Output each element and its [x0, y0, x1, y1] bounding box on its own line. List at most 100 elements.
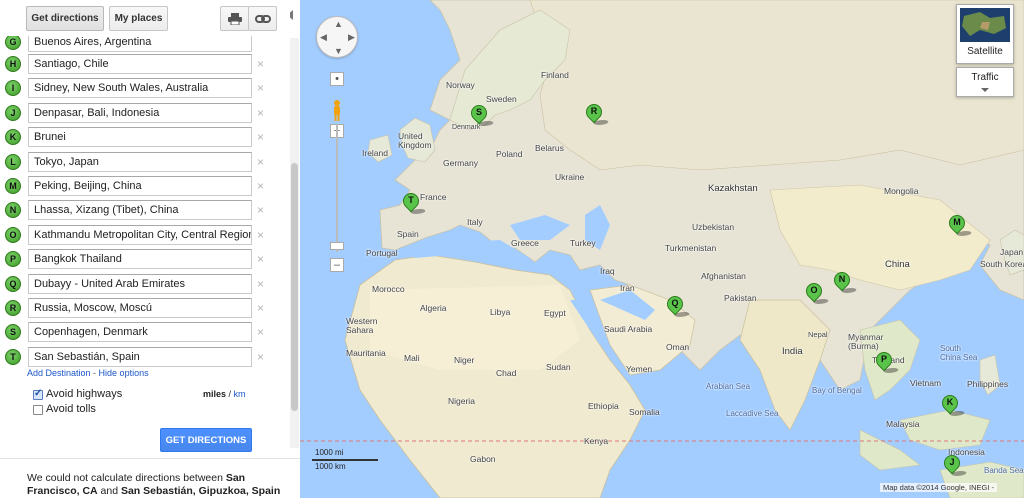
map-label: Sudan [546, 362, 571, 372]
map-label: Iran [620, 283, 635, 293]
remove-waypoint-icon[interactable]: × [257, 106, 264, 120]
waypoint-input[interactable]: Dubayy - United Arab Emirates [28, 273, 252, 294]
map-label: Ukraine [555, 172, 585, 182]
scrollbar-thumb[interactable] [291, 163, 298, 411]
waypoint-input[interactable]: Peking, Beijing, China [28, 176, 252, 196]
pan-left-icon[interactable]: ◀ [320, 32, 327, 43]
traffic-toggle[interactable]: Traffic [956, 67, 1014, 97]
pan-right-icon[interactable]: ▶ [348, 32, 355, 43]
get-directions-tab[interactable]: Get directions [26, 6, 104, 31]
waypoint-marker-icon: Q [5, 275, 21, 292]
map-label: Yemen [626, 364, 653, 374]
map-pin-marker[interactable]: K [938, 391, 967, 421]
map-pin-marker[interactable]: P [872, 348, 901, 378]
map-pin-marker[interactable]: N [830, 268, 859, 298]
map-label: Sweden [486, 94, 517, 104]
map-pin-marker[interactable]: S [467, 101, 496, 131]
hide-options-link[interactable]: Hide options [99, 368, 149, 378]
zoom-out-button[interactable]: – [330, 258, 344, 272]
waypoint-input[interactable]: Copenhagen, Denmark [28, 322, 252, 343]
waypoint-input[interactable]: Santiago, Chile [28, 54, 252, 74]
map-label: Mauritania [346, 348, 386, 358]
units-miles[interactable]: miles [203, 389, 226, 399]
units-km-link[interactable]: km [234, 389, 246, 399]
remove-waypoint-icon[interactable]: × [257, 301, 264, 315]
map-label: Nigeria [448, 396, 475, 406]
map-label: Ireland [362, 148, 388, 158]
waypoint-input[interactable]: Tokyo, Japan [28, 151, 252, 172]
map-label: Poland [496, 149, 523, 159]
map-label: Bay of Bengal [812, 386, 862, 395]
waypoint-input[interactable]: Denpasar, Bali, Indonesia [28, 102, 252, 123]
map-label: Vietnam [910, 378, 942, 388]
map-view[interactable]: Finland Norway Sweden Denmark United Kin… [300, 0, 1024, 498]
panel-scrollbar[interactable] [290, 38, 299, 448]
remove-waypoint-icon[interactable]: × [257, 179, 264, 193]
waypoint-input[interactable]: San Sebastián, Spain [28, 346, 252, 367]
reset-view-icon[interactable]: • [330, 72, 344, 86]
avoid-tolls-checkbox[interactable] [33, 405, 43, 415]
map-pin-marker[interactable]: O [802, 279, 831, 309]
map-pin-marker[interactable]: M [945, 211, 974, 241]
waypoint-input[interactable]: Kathmandu Metropolitan City, Central Reg… [28, 224, 252, 245]
message-to: San Sebastián, Gipuzkoa, Spain [120, 485, 281, 497]
avoid-highways-checkbox[interactable] [33, 388, 43, 400]
map-label: Uzbekistan [692, 222, 735, 232]
remove-waypoint-icon[interactable]: × [257, 350, 264, 364]
zoom-slider-handle[interactable] [330, 242, 344, 250]
remove-waypoint-icon[interactable]: × [257, 203, 264, 217]
waypoint-marker-icon: L [5, 153, 21, 170]
map-pin-marker[interactable]: T [399, 189, 428, 219]
waypoint-row: S Copenhagen, Denmark × [0, 320, 290, 344]
satellite-toggle[interactable]: Satellite [956, 4, 1014, 64]
printer-icon [227, 12, 242, 25]
map-pin-marker[interactable]: Q [663, 292, 692, 322]
waypoint-marker-icon: P [5, 251, 21, 268]
map-pin-marker[interactable]: J [940, 451, 969, 481]
map-label: Mongolia [884, 186, 919, 196]
map-label: Turkey [570, 238, 596, 248]
waypoint-input[interactable]: Bangkok Thailand [28, 249, 252, 270]
link-button[interactable] [248, 6, 277, 31]
waypoint-input[interactable]: Sidney, New South Wales, Australia [28, 78, 252, 99]
waypoint-input[interactable]: Lhassa, Xizang (Tibet), China [28, 200, 252, 221]
print-button[interactable] [220, 6, 249, 31]
pegman-icon[interactable] [332, 99, 342, 121]
zoom-control: • + – [330, 72, 344, 272]
pan-up-icon[interactable]: ▲ [334, 19, 343, 29]
message-middle: and [97, 485, 121, 497]
remove-waypoint-icon[interactable]: × [257, 277, 264, 291]
remove-waypoint-icon[interactable]: × [257, 81, 264, 95]
remove-waypoint-icon[interactable]: × [257, 325, 264, 339]
remove-waypoint-icon[interactable]: × [257, 57, 264, 71]
waypoint-input[interactable]: Brunei [28, 127, 252, 148]
map-label: South Korea [980, 259, 1024, 269]
satellite-preview-image [962, 12, 1006, 36]
waypoint-row: Q Dubayy - United Arab Emirates × [0, 272, 290, 296]
map-label: Morocco [372, 284, 405, 294]
map-label: Kazakhstan [708, 183, 758, 194]
chevron-down-icon [981, 88, 989, 92]
zoom-slider-track[interactable] [336, 124, 338, 252]
map-label: Egypt [544, 308, 566, 318]
waypoint-input[interactable]: Russia, Moscow, Moscú [28, 298, 252, 318]
map-label: Germany [443, 158, 478, 168]
get-directions-button[interactable]: GET DIRECTIONS [160, 428, 252, 452]
map-label: Afghanistan [701, 271, 746, 281]
map-label: Mali [404, 353, 420, 363]
waypoint-marker-icon: R [5, 300, 21, 316]
map-label: Algeria [420, 303, 447, 313]
remove-waypoint-icon[interactable]: × [257, 252, 264, 266]
waypoint-row: P Bangkok Thailand × [0, 247, 290, 271]
remove-waypoint-icon[interactable]: × [257, 228, 264, 242]
remove-waypoint-icon[interactable]: × [257, 155, 264, 169]
add-destination-link[interactable]: Add Destination [27, 368, 91, 378]
my-places-tab[interactable]: My places [109, 6, 168, 31]
pan-down-icon[interactable]: ▼ [334, 46, 343, 56]
map-pin-marker[interactable]: R [582, 100, 611, 130]
pan-control[interactable]: ▲ ▼ ◀ ▶ [316, 16, 358, 58]
scale-km: 1000 km [315, 462, 346, 471]
units-selector: miles / km [203, 389, 246, 399]
remove-waypoint-icon[interactable]: × [257, 130, 264, 144]
directions-panel: Get directions My places G Buenos Aires,… [0, 0, 300, 498]
